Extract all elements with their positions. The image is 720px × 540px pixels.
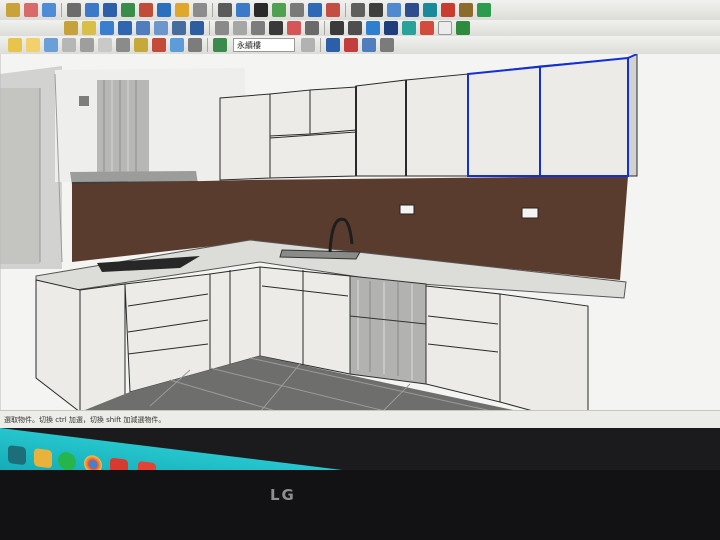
layer-dropdown[interactable]: 永續樓 [233, 38, 295, 52]
kitchen-model [0, 54, 720, 412]
right-view-icon[interactable] [154, 21, 168, 35]
cut-icon[interactable] [62, 38, 76, 52]
new-file-icon[interactable] [8, 38, 22, 52]
sandbox-icon[interactable] [64, 21, 78, 35]
toolbar-row-1 [0, 0, 720, 21]
open-file-icon[interactable] [26, 38, 40, 52]
shadows-icon[interactable] [369, 3, 383, 17]
screen: 永續樓 選取物件。切換 ctrl 加選，切換 shift 加減選物件。 LG [0, 0, 720, 540]
rectangle-icon[interactable] [103, 3, 117, 17]
model-info-icon[interactable] [188, 38, 202, 52]
orbit-icon[interactable] [272, 3, 286, 17]
ruby-console-icon[interactable] [344, 38, 358, 52]
shaded-icon[interactable] [269, 21, 283, 35]
scale-icon[interactable] [175, 3, 189, 17]
line-icon[interactable] [67, 3, 81, 17]
modeling-viewport[interactable] [0, 54, 720, 412]
toolbar-row-3: 永續樓 [0, 36, 720, 55]
start-icon[interactable] [8, 444, 26, 466]
section-plane-icon[interactable] [351, 3, 365, 17]
rotate-icon[interactable] [157, 3, 171, 17]
dishwasher [349, 275, 427, 385]
styles-icon[interactable] [423, 3, 437, 17]
scene-icon[interactable] [326, 38, 340, 52]
zoom-icon[interactable] [308, 3, 322, 17]
side-wall [55, 68, 245, 182]
toolbar-separator [345, 3, 346, 17]
sink [279, 249, 361, 260]
save-icon[interactable] [44, 38, 58, 52]
redo-icon[interactable] [152, 38, 166, 52]
status-bar: 選取物件。切換 ctrl 加選，切換 shift 加減選物件。 [0, 410, 720, 428]
move-icon[interactable] [139, 3, 153, 17]
file-explorer-icon[interactable] [34, 448, 52, 469]
offset-icon[interactable] [193, 3, 207, 17]
wireframe-icon[interactable] [233, 21, 247, 35]
outer-shell-icon[interactable] [366, 21, 380, 35]
undo-icon[interactable] [134, 38, 148, 52]
extension-icon[interactable] [459, 3, 473, 17]
toolbar-separator [207, 38, 208, 52]
left-view-icon[interactable] [190, 21, 204, 35]
layer-manager-icon[interactable] [213, 38, 227, 52]
textured-icon[interactable] [287, 21, 301, 35]
print-icon[interactable] [170, 38, 184, 52]
warehouse-icon[interactable] [441, 3, 455, 17]
copy-icon[interactable] [80, 38, 94, 52]
text-icon[interactable] [254, 3, 268, 17]
back-view-icon[interactable] [172, 21, 186, 35]
trim-icon[interactable] [420, 21, 434, 35]
union-icon[interactable] [384, 21, 398, 35]
hidden-line-icon[interactable] [251, 21, 265, 35]
front-view-icon[interactable] [136, 21, 150, 35]
photo-match-icon[interactable] [456, 21, 470, 35]
select-icon[interactable] [6, 3, 20, 17]
geo-location-icon[interactable] [477, 3, 491, 17]
brand-logo: LG [270, 486, 296, 504]
arc-icon[interactable] [85, 3, 99, 17]
smoove-icon[interactable] [82, 21, 96, 35]
intersect-icon[interactable] [348, 21, 362, 35]
toolbar-separator [324, 21, 325, 35]
line-app-icon[interactable] [58, 451, 76, 472]
wall-outlet [399, 204, 415, 215]
eraser-icon[interactable] [24, 3, 38, 17]
pan-icon[interactable] [290, 3, 304, 17]
zoom-extents-icon[interactable] [326, 3, 340, 17]
plugin-icon[interactable] [362, 38, 376, 52]
layer-arrow-icon[interactable] [301, 38, 315, 52]
top-view-icon[interactable] [118, 21, 132, 35]
erase-icon[interactable] [116, 38, 130, 52]
monitor-bezel [0, 470, 720, 540]
toolbar-row-2 [0, 20, 720, 37]
paste-icon[interactable] [98, 38, 112, 52]
toolbar-separator [212, 3, 213, 17]
toolbar-separator [320, 38, 321, 52]
dimension-icon[interactable] [236, 3, 250, 17]
push-pull-icon[interactable] [121, 3, 135, 17]
subtract-icon[interactable] [402, 21, 416, 35]
x-ray-icon[interactable] [215, 21, 229, 35]
split-icon[interactable] [438, 21, 452, 35]
toolbar-separator [61, 3, 62, 17]
wall-outlet [521, 207, 539, 219]
components-icon[interactable] [405, 3, 419, 17]
monochrome-icon[interactable] [305, 21, 319, 35]
iso-view-icon[interactable] [100, 21, 114, 35]
tape-measure-icon[interactable] [218, 3, 232, 17]
fog-icon[interactable] [387, 3, 401, 17]
toolbar-separator [209, 21, 210, 35]
paint-bucket-icon[interactable] [42, 3, 56, 17]
plugin-icon[interactable] [380, 38, 394, 52]
follow-me-icon[interactable] [330, 21, 344, 35]
